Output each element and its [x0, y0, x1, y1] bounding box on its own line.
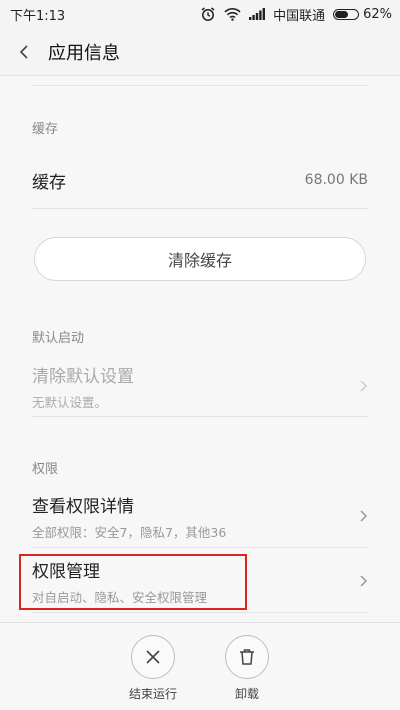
alarm-clock-icon — [200, 6, 216, 22]
clear-defaults-title: 清除默认设置 — [32, 366, 134, 387]
force-stop-circle[interactable] — [131, 635, 175, 679]
clear-defaults-row[interactable]: 清除默认设置 无默认设置。 — [0, 362, 400, 410]
uninstall-button[interactable]: 卸载 — [217, 635, 277, 710]
chevron-right-icon — [359, 379, 368, 393]
status-bar: 下午1:13 中国联通 62% — [0, 0, 400, 28]
close-icon — [146, 650, 160, 664]
signal-icon — [249, 8, 266, 20]
permission-management-row[interactable]: 权限管理 对自启动、隐私、安全权限管理 — [0, 557, 400, 605]
battery-percent: 62% — [363, 6, 392, 22]
permission-details-subtitle: 全部权限：安全7，隐私7，其他36 — [32, 524, 227, 540]
chevron-right-icon — [359, 509, 368, 523]
app-info-content[interactable]: 缓存 缓存 68.00 KB 清除缓存 默认启动 清除默认设置 无默认设置。 权… — [0, 76, 400, 622]
battery-indicator: 62% — [333, 7, 392, 22]
chevron-left-icon — [19, 44, 28, 59]
cache-size-row: 缓存 68.00 KB — [0, 162, 400, 198]
force-stop-label: 结束运行 — [128, 687, 177, 701]
trash-icon — [240, 649, 254, 665]
app-bar: 应用信息 — [0, 28, 400, 76]
permission-management-title: 权限管理 — [32, 561, 100, 582]
divider — [32, 208, 368, 209]
wifi-icon — [224, 7, 241, 21]
section-heading-permissions: 权限 — [32, 462, 59, 477]
divider — [32, 612, 368, 613]
section-heading-default-launch: 默认启动 — [32, 331, 85, 346]
carrier-name: 中国联通 — [273, 8, 326, 24]
battery-icon — [333, 8, 360, 20]
chevron-right-icon — [359, 574, 368, 588]
status-time: 下午1:13 — [10, 8, 66, 24]
clear-cache-button[interactable]: 清除缓存 — [34, 237, 366, 281]
bottom-action-bar: 结束运行 卸载 — [0, 622, 400, 710]
divider — [32, 416, 368, 417]
view-permission-details-row[interactable]: 查看权限详情 全部权限：安全7，隐私7，其他36 — [0, 492, 400, 540]
permission-details-title: 查看权限详情 — [32, 496, 134, 517]
force-stop-button[interactable]: 结束运行 — [123, 635, 183, 710]
battery-fill — [335, 10, 348, 18]
divider — [32, 547, 368, 548]
page-title: 应用信息 — [48, 42, 120, 64]
cache-size-value: 68.00 KB — [304, 172, 368, 188]
cache-label: 缓存 — [32, 172, 66, 193]
permission-management-subtitle: 对自启动、隐私、安全权限管理 — [32, 589, 208, 605]
section-heading-cache: 缓存 — [32, 122, 59, 137]
divider — [32, 85, 368, 86]
uninstall-label: 卸载 — [234, 687, 259, 701]
clear-defaults-subtitle: 无默认设置。 — [32, 394, 108, 410]
uninstall-circle[interactable] — [225, 635, 269, 679]
back-button[interactable] — [4, 28, 44, 76]
